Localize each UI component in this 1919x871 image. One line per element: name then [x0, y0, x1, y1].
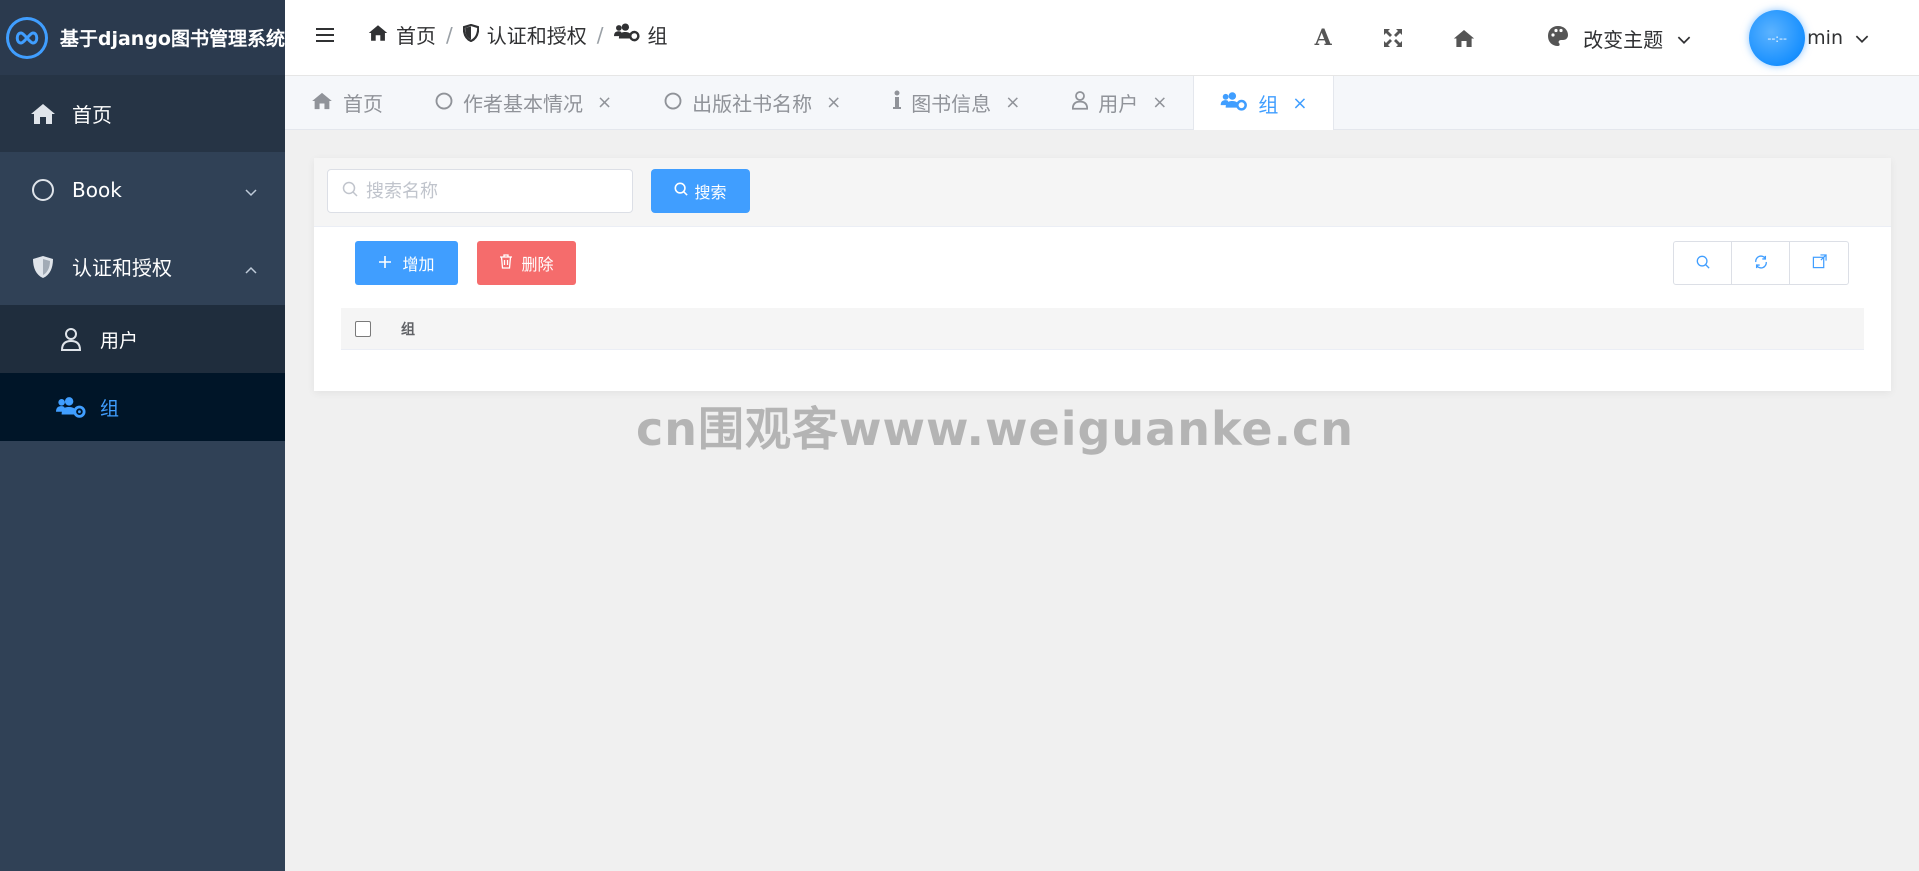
search-icon [1696, 254, 1710, 273]
breadcrumb-separator: / [446, 22, 453, 47]
circle-icon [28, 178, 58, 202]
breadcrumb-label: 组 [647, 24, 668, 48]
close-icon[interactable]: × [1005, 92, 1020, 113]
shield-icon [28, 255, 58, 279]
tab-home[interactable]: 首页 [285, 76, 409, 129]
search-field[interactable] [327, 169, 633, 213]
tab-users[interactable]: 用户 × [1046, 76, 1193, 129]
trash-icon [499, 253, 513, 273]
watermark: cn围观客www.weiguanke.cn [636, 402, 1355, 456]
close-icon[interactable]: × [597, 92, 612, 113]
sidebar-item-book[interactable]: Book [0, 152, 285, 228]
add-button-label: 增加 [402, 255, 435, 274]
chevron-down-icon [245, 178, 257, 202]
user-icon [56, 327, 86, 351]
user-menu[interactable]: --:-- min [1749, 10, 1869, 66]
breadcrumb-item-auth[interactable]: 认证和授权 [462, 20, 587, 49]
content-card: 搜索 增加 删除 组 [314, 158, 1891, 391]
sidebar-item-auth[interactable]: 认证和授权 [0, 228, 285, 305]
toggle-search-button[interactable] [1674, 242, 1732, 284]
user-name: min [1807, 27, 1843, 49]
search-icon [342, 181, 358, 201]
sidebar-item-label: 认证和授权 [72, 256, 172, 280]
submenu-auth: 用户 组 [0, 305, 285, 441]
header-tools: A 改变主题 --:-- min [1309, 0, 1919, 76]
delete-button-label: 删除 [521, 255, 554, 274]
delete-button[interactable]: 删除 [477, 241, 576, 285]
columns-icon [1812, 253, 1827, 273]
search-button[interactable]: 搜索 [651, 169, 750, 213]
font-size-icon[interactable]: A [1309, 25, 1337, 51]
breadcrumb-item-home[interactable]: 首页 [368, 20, 436, 49]
sidebar: 基于django图书管理系统 首页 Book 认证和授权 用户 组 [0, 0, 285, 871]
search-bar: 搜索 [314, 158, 1891, 227]
search-icon [674, 182, 689, 201]
users-cog-icon [56, 395, 86, 419]
tab-publisher[interactable]: 出版社书名称 × [638, 76, 867, 129]
tab-label: 出版社书名称 [692, 92, 813, 116]
table-header: 组 [341, 308, 1864, 350]
tab-label: 首页 [343, 92, 383, 116]
chevron-up-icon [245, 255, 257, 279]
search-input[interactable] [366, 180, 606, 202]
user-icon [1072, 90, 1089, 115]
column-header-group[interactable]: 组 [401, 319, 415, 339]
header: 首页 / 认证和授权 / 组 A 改变主题 --:-- min [285, 0, 1919, 76]
brand[interactable]: 基于django图书管理系统 [0, 0, 285, 75]
breadcrumb-label: 认证和授权 [486, 24, 587, 48]
sidebar-item-label: Book [72, 178, 122, 202]
table-tools [1673, 241, 1849, 285]
info-icon [893, 90, 902, 115]
tab-label: 组 [1258, 92, 1279, 117]
tags-view: 首页 作者基本情况 × 出版社书名称 × 图书信息 × 用户 × 组 × [285, 76, 1919, 130]
tab-book-info[interactable]: 图书信息 × [867, 76, 1046, 129]
circle-icon [664, 91, 682, 115]
tab-author-info[interactable]: 作者基本情况 × [409, 76, 638, 129]
close-icon[interactable]: × [1292, 93, 1307, 114]
breadcrumb-item-groups: 组 [613, 20, 668, 49]
fullscreen-icon[interactable] [1381, 28, 1405, 48]
shield-icon [462, 23, 480, 47]
avatar: --:-- [1749, 10, 1806, 66]
home-icon [311, 91, 333, 115]
sidebar-item-users[interactable]: 用户 [0, 305, 285, 373]
sidebar-item-label: 用户 [100, 329, 139, 352]
search-button-label: 搜索 [694, 185, 727, 202]
tab-label: 作者基本情况 [463, 92, 583, 116]
hamburger-icon[interactable] [315, 25, 335, 49]
tab-label: 用户 [1098, 92, 1139, 116]
chevron-down-icon [1855, 29, 1869, 48]
home-icon[interactable] [1451, 29, 1477, 48]
add-button[interactable]: 增加 [355, 241, 458, 285]
close-icon[interactable]: × [826, 92, 841, 113]
users-cog-icon [1220, 91, 1248, 116]
sidebar-item-label: 组 [100, 397, 120, 420]
close-icon[interactable]: × [1152, 92, 1167, 113]
plus-icon [378, 254, 392, 273]
sidebar-item-label: 首页 [72, 103, 112, 127]
columns-button[interactable] [1790, 242, 1848, 284]
brand-title: 基于django图书管理系统 [59, 28, 285, 50]
tab-groups[interactable]: 组 × [1193, 76, 1335, 130]
refresh-button[interactable] [1732, 242, 1790, 284]
infinity-icon [6, 16, 48, 59]
tab-label: 图书信息 [911, 92, 992, 116]
circle-icon [435, 91, 453, 115]
sidebar-item-groups[interactable]: 组 [0, 373, 285, 441]
chevron-down-icon [1677, 26, 1691, 50]
users-cog-icon [613, 22, 640, 47]
breadcrumb-label: 首页 [396, 24, 436, 48]
theme-label: 改变主题 [1583, 27, 1664, 52]
refresh-icon [1754, 254, 1768, 273]
home-icon [28, 103, 58, 125]
theme-switcher[interactable]: 改变主题 [1547, 24, 1691, 53]
palette-icon [1547, 25, 1569, 52]
sidebar-item-home[interactable]: 首页 [0, 75, 285, 152]
breadcrumb-separator: / [596, 22, 604, 47]
select-all-checkbox[interactable] [355, 320, 371, 337]
breadcrumb: 首页 / 认证和授权 / 组 [368, 20, 668, 49]
home-icon [368, 23, 388, 47]
